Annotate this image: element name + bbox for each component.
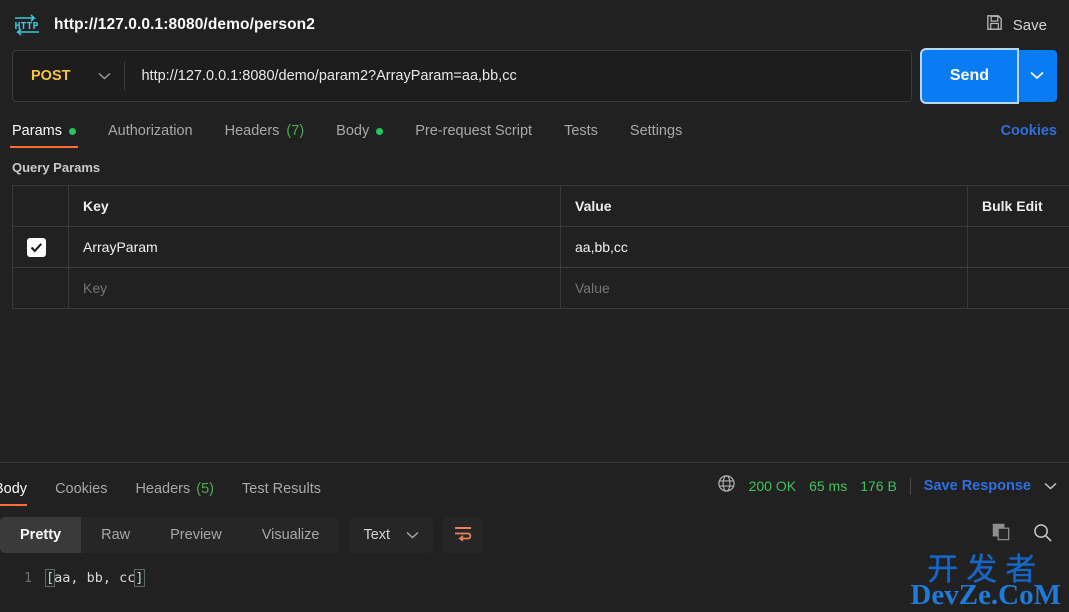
bracket-close: ] bbox=[134, 569, 145, 587]
request-header-bar: HTTP http://127.0.0.1:8080/demo/person2 … bbox=[0, 0, 1069, 50]
code-line: 1 [aa, bb, cc] bbox=[0, 560, 1069, 587]
tab-body[interactable]: Body bbox=[336, 123, 384, 148]
search-icon[interactable] bbox=[1032, 522, 1053, 548]
response-tab-test-results-label: Test Results bbox=[242, 481, 321, 497]
tab-headers-label: Headers bbox=[224, 123, 280, 139]
send-button-group: Send bbox=[921, 50, 1057, 102]
tab-tests-label: Tests bbox=[564, 123, 598, 139]
view-mode-pretty[interactable]: Pretty bbox=[0, 517, 82, 553]
tab-headers[interactable]: Headers (7) bbox=[225, 123, 305, 148]
view-mode-segmented-control: Pretty Raw Preview Visualize bbox=[0, 517, 340, 553]
query-params-label: Query Params bbox=[12, 160, 101, 175]
view-mode-raw[interactable]: Raw bbox=[81, 517, 150, 553]
row-checkbox-cell bbox=[12, 226, 69, 268]
tab-params[interactable]: Params bbox=[10, 123, 78, 148]
response-body-content: aa, bb, cc bbox=[54, 570, 136, 586]
response-tab-headers[interactable]: Headers (5) bbox=[135, 481, 214, 506]
response-size: 176 B bbox=[860, 478, 897, 494]
tab-settings[interactable]: Settings bbox=[630, 123, 682, 148]
floppy-disk-icon bbox=[985, 13, 1004, 37]
row-actions-cell bbox=[967, 267, 1069, 309]
modified-dot-icon bbox=[376, 127, 384, 135]
method-url-group: POST http://127.0.0.1:8080/demo/param2?A… bbox=[12, 50, 912, 102]
tab-authorization-label: Authorization bbox=[107, 123, 193, 139]
tab-authorization[interactable]: Authorization bbox=[108, 123, 193, 148]
response-tab-headers-count: (5) bbox=[196, 481, 214, 497]
response-tab-body[interactable]: Body bbox=[0, 481, 28, 506]
tab-tests[interactable]: Tests bbox=[564, 123, 598, 148]
response-tab-cookies-label: Cookies bbox=[55, 481, 108, 497]
format-selector-label: Text bbox=[363, 527, 391, 543]
page-title: http://127.0.0.1:8080/demo/person2 bbox=[54, 16, 315, 33]
chevron-down-icon bbox=[1030, 67, 1044, 85]
save-response-button[interactable]: Save Response bbox=[924, 478, 1031, 494]
new-row-key-input[interactable]: Key bbox=[68, 267, 561, 309]
view-mode-visualize[interactable]: Visualize bbox=[242, 517, 340, 553]
url-input[interactable]: http://127.0.0.1:8080/demo/param2?ArrayP… bbox=[125, 51, 910, 101]
tab-params-label: Params bbox=[12, 123, 62, 139]
response-tab-headers-label: Headers bbox=[135, 481, 191, 497]
response-tab-body-label: Body bbox=[0, 481, 28, 497]
header-value: Value bbox=[560, 185, 968, 227]
row-actions-cell bbox=[967, 226, 1069, 268]
bracket-open: [ bbox=[44, 569, 56, 587]
meta-divider bbox=[909, 477, 911, 495]
response-tabs: Body Cookies Headers (5) Test Results 20… bbox=[0, 463, 1069, 506]
save-button-label: Save bbox=[1012, 16, 1047, 34]
response-body-toolbar: Pretty Raw Preview Visualize Text bbox=[0, 512, 1069, 558]
globe-icon bbox=[717, 474, 736, 498]
response-time: 65 ms bbox=[809, 478, 848, 494]
query-params-table: Key Value Bulk Edit ArrayParam aa,bb,cc … bbox=[12, 185, 1069, 309]
response-body-actions bbox=[991, 522, 1057, 548]
word-wrap-icon bbox=[453, 525, 473, 546]
view-mode-preview[interactable]: Preview bbox=[150, 517, 242, 553]
row-value-input[interactable]: aa,bb,cc bbox=[560, 226, 968, 268]
status-badge: 200 OK bbox=[748, 478, 797, 494]
response-tab-cookies[interactable]: Cookies bbox=[55, 481, 107, 506]
request-tabs: Params Authorization Headers (7) Body Pr… bbox=[0, 112, 1069, 148]
copy-icon[interactable] bbox=[991, 522, 1012, 548]
new-row-value-input[interactable]: Value bbox=[560, 267, 968, 309]
cookies-link[interactable]: Cookies bbox=[1001, 123, 1057, 148]
http-method-label: POST bbox=[31, 68, 71, 84]
send-options-button[interactable] bbox=[1017, 50, 1057, 102]
save-button[interactable]: Save bbox=[979, 9, 1053, 41]
tab-headers-count: (7) bbox=[286, 123, 305, 139]
request-url-bar: POST http://127.0.0.1:8080/demo/param2?A… bbox=[0, 50, 1069, 112]
send-button[interactable]: Send bbox=[921, 50, 1017, 102]
word-wrap-button[interactable] bbox=[443, 517, 484, 553]
header-key: Key bbox=[68, 185, 561, 227]
http-protocol-icon: HTTP bbox=[12, 12, 42, 38]
table-header-row: Key Value Bulk Edit bbox=[12, 185, 1069, 227]
chevron-down-icon bbox=[406, 527, 419, 543]
response-meta: 200 OK 65 ms 176 B Save Response bbox=[717, 474, 1057, 506]
table-row: ArrayParam aa,bb,cc bbox=[12, 226, 1069, 268]
table-row: Key Value bbox=[12, 267, 1069, 309]
chevron-down-icon bbox=[98, 67, 111, 85]
line-number: 1 bbox=[23, 570, 32, 586]
row-enabled-checkbox[interactable] bbox=[27, 237, 46, 257]
http-method-selector[interactable]: POST bbox=[13, 51, 126, 101]
response-body-viewer[interactable]: 1 [aa, bb, cc] bbox=[0, 560, 1069, 612]
svg-text:HTTP: HTTP bbox=[15, 21, 39, 32]
tab-body-label: Body bbox=[336, 123, 370, 139]
row-key-input[interactable]: ArrayParam bbox=[68, 226, 561, 268]
tab-pre-request-script[interactable]: Pre-request Script bbox=[415, 123, 532, 148]
tab-settings-label: Settings bbox=[629, 123, 683, 139]
format-selector[interactable]: Text bbox=[349, 517, 434, 553]
row-checkbox-cell bbox=[12, 267, 69, 309]
response-tab-test-results[interactable]: Test Results bbox=[242, 481, 321, 506]
header-checkbox-cell bbox=[12, 185, 69, 227]
modified-dot-icon bbox=[68, 127, 76, 135]
tab-pre-request-script-label: Pre-request Script bbox=[415, 123, 533, 139]
bulk-edit-button[interactable]: Bulk Edit bbox=[967, 185, 1069, 227]
chevron-down-icon[interactable] bbox=[1044, 477, 1057, 495]
response-body-text: [aa, bb, cc] bbox=[44, 569, 145, 587]
